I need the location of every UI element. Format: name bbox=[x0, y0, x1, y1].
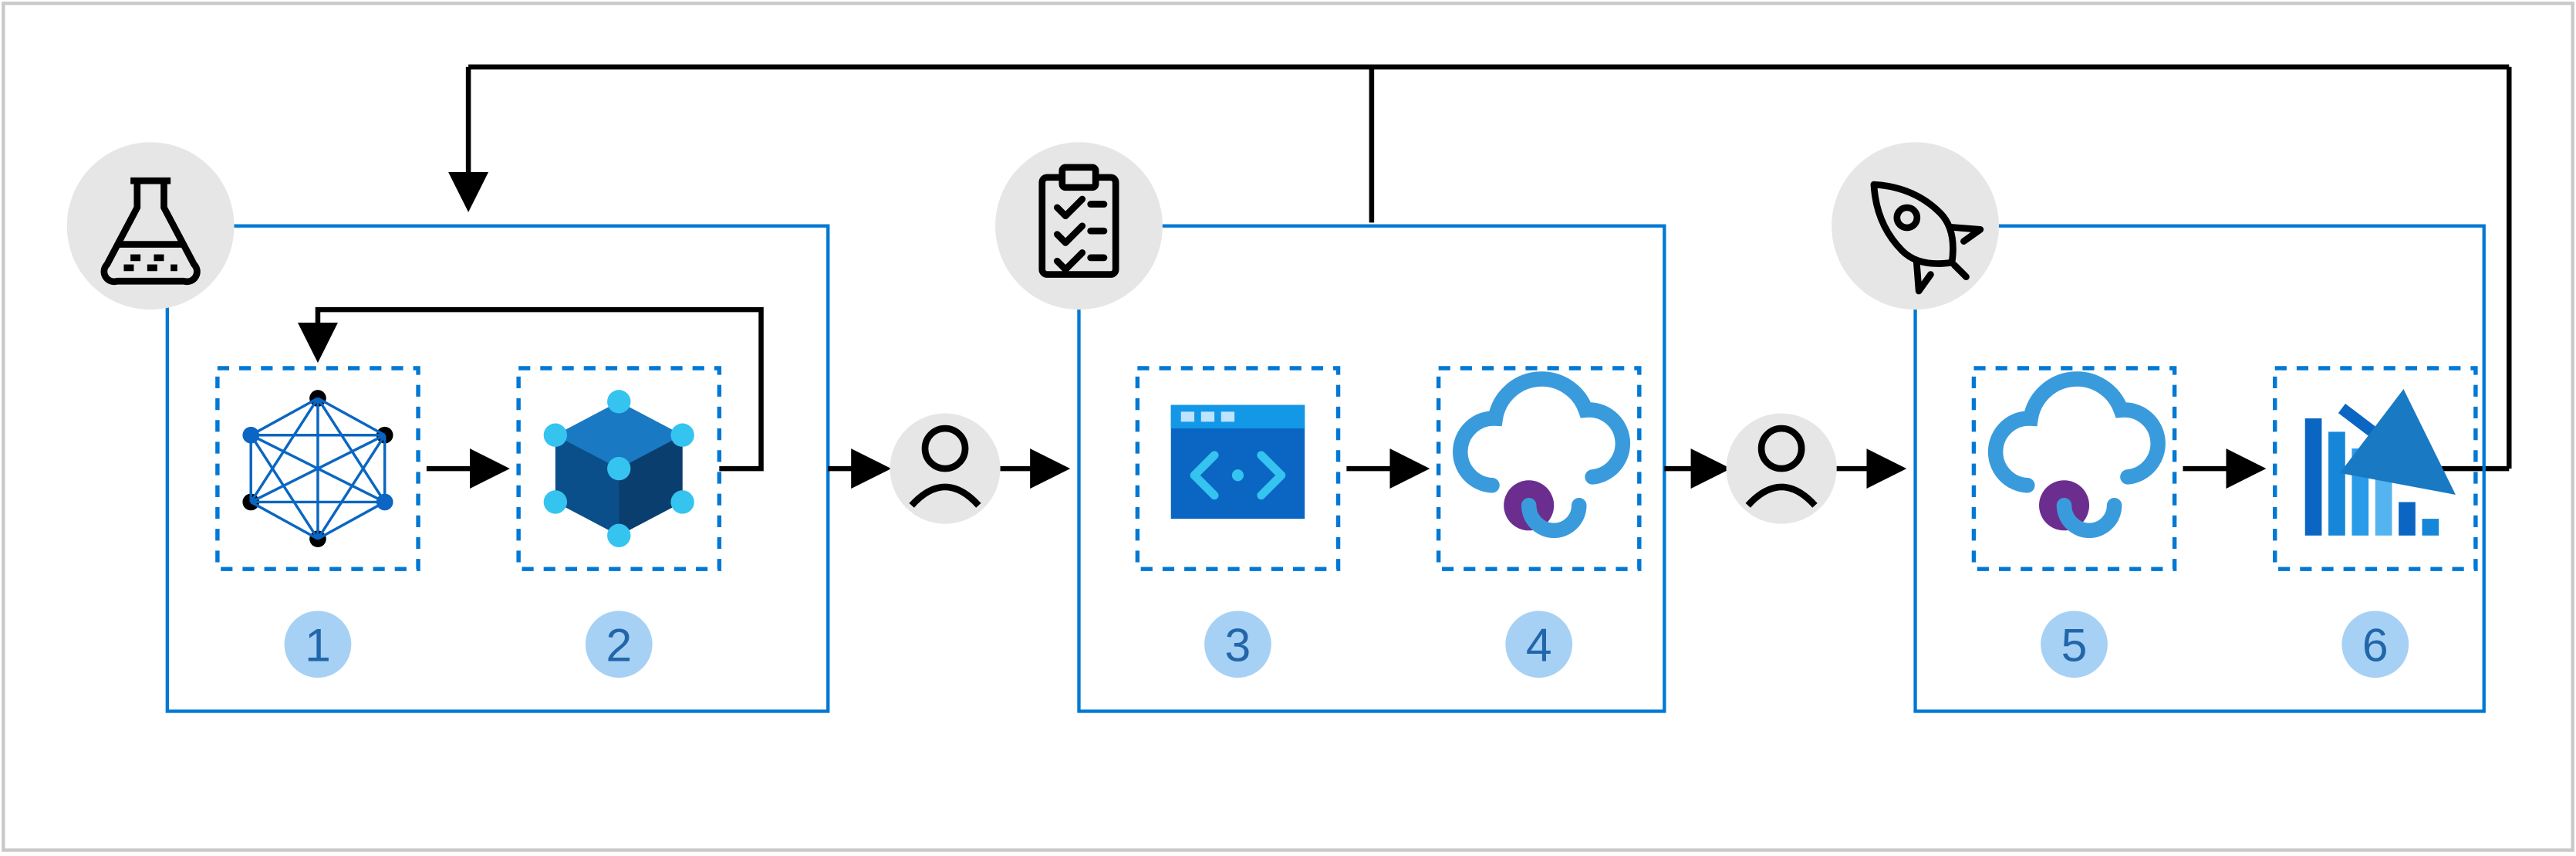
step-1-number: 1 bbox=[305, 618, 331, 671]
step-6-number: 6 bbox=[2362, 618, 2389, 671]
step-5: 5 bbox=[1973, 368, 2174, 678]
stage-experiment: 1 2 bbox=[67, 142, 829, 711]
step-2: 2 bbox=[518, 368, 719, 678]
model-package-icon bbox=[544, 390, 694, 547]
step-4: 4 bbox=[1439, 368, 1639, 678]
cloud-deploy-icon bbox=[1460, 379, 1623, 530]
approval-gate-1 bbox=[890, 414, 1000, 524]
step-4-number: 4 bbox=[1526, 618, 1552, 671]
monitoring-chart-icon bbox=[2305, 408, 2439, 536]
step-5-number: 5 bbox=[2061, 618, 2088, 671]
feedback-bus bbox=[468, 67, 2509, 469]
stage-validate: 3 4 bbox=[995, 142, 1664, 711]
step-6: 6 bbox=[2275, 368, 2476, 678]
neural-network-icon bbox=[242, 390, 393, 547]
step-3: 3 bbox=[1137, 368, 1338, 678]
stage-launch: 5 6 bbox=[1832, 142, 2484, 711]
approval-gate-2 bbox=[1727, 414, 1837, 524]
mlops-architecture-diagram: 1 2 bbox=[0, 0, 2576, 854]
step-3-number: 3 bbox=[1225, 618, 1251, 671]
step-1: 1 bbox=[218, 368, 418, 678]
step-2-number: 2 bbox=[606, 618, 632, 671]
cloud-deploy-icon bbox=[1996, 379, 2159, 530]
code-window-icon bbox=[1171, 405, 1305, 519]
